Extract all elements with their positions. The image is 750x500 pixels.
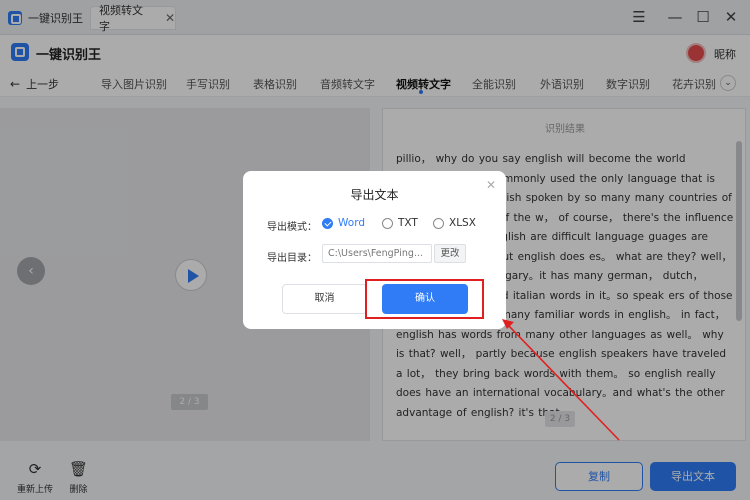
radio-unchecked-icon: [433, 217, 444, 229]
export-mode-label: 导出模式：: [267, 222, 317, 233]
cancel-button[interactable]: 取消: [282, 284, 367, 314]
annotation-highlight-box: [365, 279, 484, 319]
radio-xlsx-label: XLSX: [449, 217, 476, 229]
close-icon[interactable]: ✕: [486, 178, 496, 192]
radio-txt[interactable]: TXT: [382, 217, 418, 229]
radio-checked-icon: [322, 217, 333, 229]
radio-word[interactable]: Word: [322, 217, 365, 229]
change-dir-button[interactable]: 更改: [434, 244, 466, 263]
export-dir-input[interactable]: C:\Users\FengPing...: [322, 244, 432, 263]
radio-txt-label: TXT: [398, 217, 418, 229]
dialog-title: 导出文本: [350, 188, 399, 202]
radio-xlsx[interactable]: XLSX: [433, 217, 476, 229]
radio-word-label: Word: [338, 217, 365, 229]
export-dir-label: 导出目录：: [267, 253, 317, 264]
radio-unchecked-icon: [382, 217, 393, 229]
